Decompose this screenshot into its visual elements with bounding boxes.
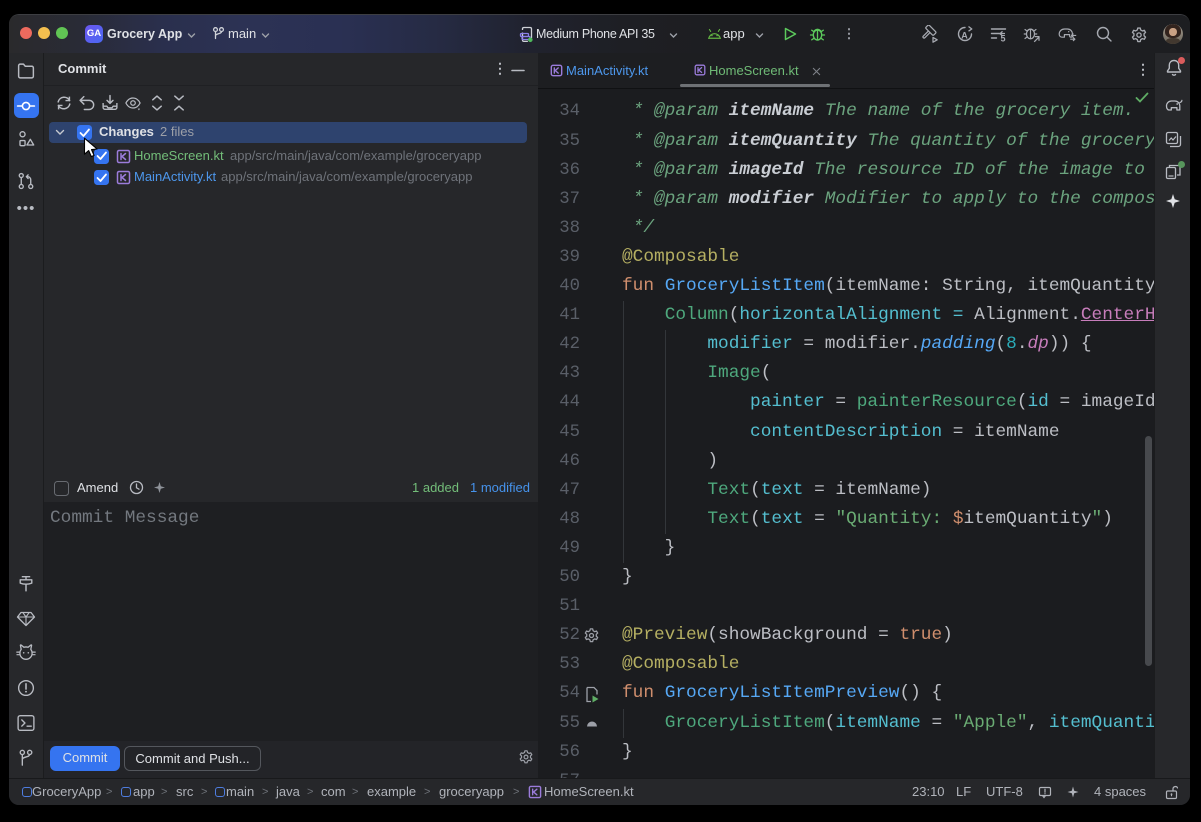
svg-text:5: 5 [1000,34,1005,44]
svg-text:A: A [961,31,968,41]
